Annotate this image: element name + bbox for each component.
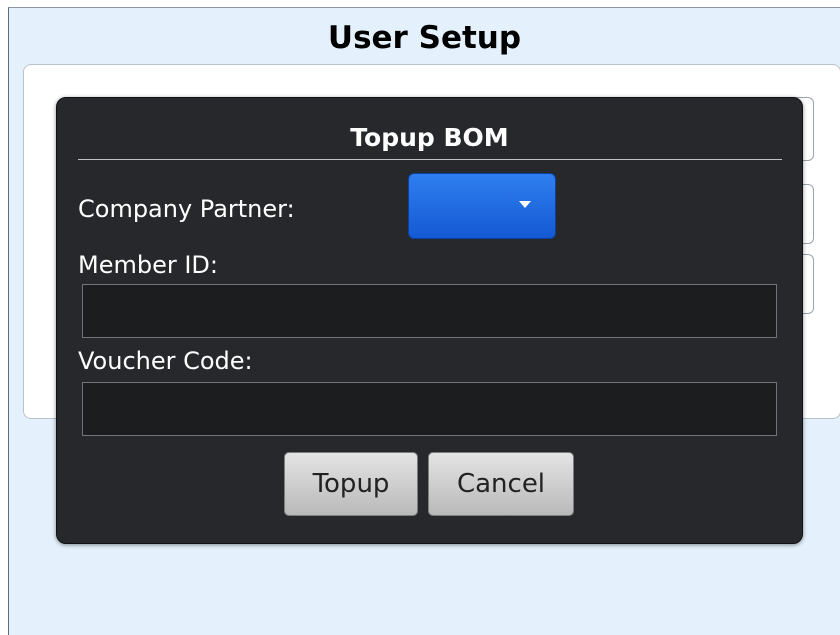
cancel-button[interactable]: Cancel (428, 452, 574, 516)
voucher-code-label: Voucher Code: (78, 347, 253, 375)
voucher-code-input[interactable] (82, 382, 777, 436)
topup-bom-dialog: Topup BOM Company Partner: Member ID: Vo… (56, 97, 803, 544)
window-title: User Setup (327, 20, 522, 56)
topup-button[interactable]: Topup (284, 452, 418, 516)
chevron-down-icon (519, 201, 531, 208)
member-id-input[interactable] (82, 284, 777, 338)
member-id-label: Member ID: (78, 251, 218, 279)
company-partner-dropdown[interactable] (408, 173, 556, 239)
company-partner-label: Company Partner: (78, 195, 295, 223)
dialog-title: Topup BOM (350, 123, 509, 152)
title-divider (78, 159, 782, 160)
